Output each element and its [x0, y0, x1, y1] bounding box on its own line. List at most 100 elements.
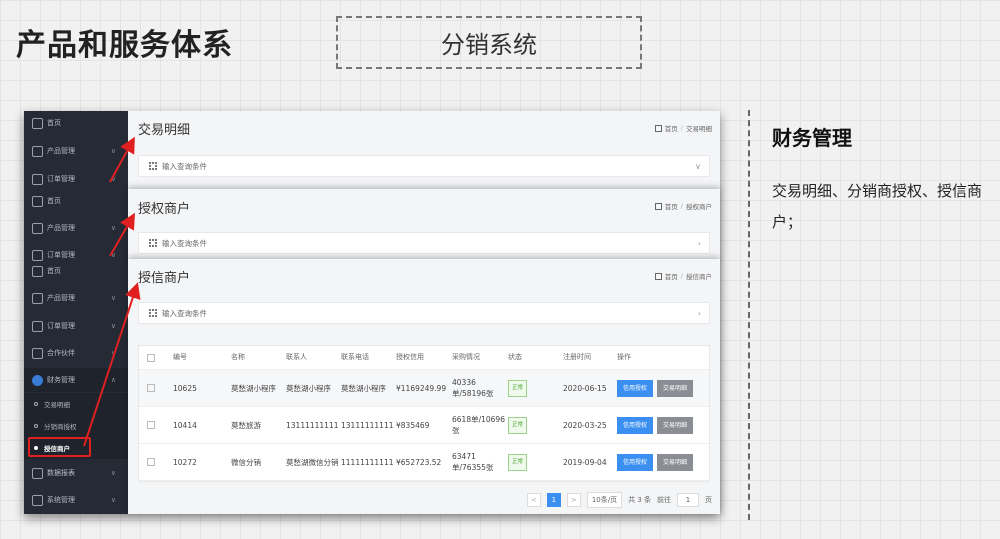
- col-header: 状态: [508, 353, 522, 361]
- cell-actions: 信用授权 交易明细: [617, 453, 709, 471]
- right-title: 财务管理: [772, 126, 852, 150]
- cell-credit: ¥652723.52: [396, 457, 442, 467]
- report-icon: [32, 467, 43, 479]
- cell-phone: 13111111111: [341, 420, 394, 430]
- select-all-checkbox[interactable]: [139, 353, 173, 362]
- checkbox-icon: [147, 384, 155, 392]
- sidebar-item-products[interactable]: 产品管理 ∨: [24, 286, 128, 310]
- chevron-down-icon: ∨: [695, 161, 701, 171]
- sidebar-item-finance[interactable]: 财务管理 ∧: [24, 368, 128, 392]
- status-badge: 正常: [508, 453, 528, 471]
- table-row: 10625 莫愁湖小程序 莫愁湖小程序 莫愁湖小程序 ¥1169249.99 4…: [139, 370, 709, 407]
- transactions-button[interactable]: 交易明细: [657, 453, 694, 471]
- breadcrumb-separator: /: [680, 124, 683, 132]
- sidebar-item-label: 首页: [47, 197, 61, 205]
- sidebar-sub-label: 分销商授权: [44, 423, 77, 431]
- query-label: 输入查询条件: [162, 308, 207, 318]
- transactions-button[interactable]: 交易明细: [657, 379, 694, 397]
- sidebar-item-label: 订单管理: [47, 322, 75, 330]
- cell-contact: 莫愁湖小程序: [286, 383, 331, 393]
- query-bar[interactable]: 输入查询条件 ›: [138, 302, 710, 324]
- transactions-button[interactable]: 交易明细: [657, 416, 694, 434]
- goto-page-input[interactable]: 1: [677, 493, 699, 507]
- sidebar-item-home[interactable]: 首页: [24, 111, 128, 135]
- row-checkbox[interactable]: [139, 384, 173, 392]
- col-header: 授权信用: [396, 353, 424, 361]
- checkbox-icon: [147, 458, 155, 466]
- col-header: 联系人: [286, 353, 307, 361]
- breadcrumb-home[interactable]: 首页: [665, 271, 678, 281]
- cell-phone: 11111111111: [341, 457, 394, 467]
- breadcrumb-home[interactable]: 首页: [665, 123, 678, 133]
- system-label: 分销系统: [441, 31, 537, 59]
- cell-contact: 莫愁湖微信分销: [286, 457, 339, 467]
- partner-icon: [32, 347, 43, 359]
- home-icon: [654, 202, 662, 210]
- breadcrumb-current: 授信商户: [686, 273, 712, 281]
- sidebar-item-orders[interactable]: 订单管理 ∨: [24, 167, 128, 191]
- cell-date: 2019-09-04: [563, 457, 607, 467]
- row-checkbox[interactable]: [139, 458, 173, 466]
- cell-status: 正常: [508, 453, 563, 471]
- prev-page-button[interactable]: <: [526, 493, 541, 507]
- chevron-down-icon: ∨: [110, 496, 116, 504]
- sidebar-item-label: 产品管理: [47, 294, 75, 302]
- chevron-down-icon: ∨: [110, 175, 116, 183]
- merchant-table: 编号 名称 联系人 联系电话 授权信用 采购情况 状态 注册时间 操作 1062…: [138, 345, 710, 482]
- page-title: 授权商户: [138, 202, 191, 217]
- col-header: 联系电话: [341, 353, 369, 361]
- page-size-select[interactable]: 10条/页: [586, 492, 623, 508]
- sidebar-item-label: 数据报表: [47, 469, 75, 477]
- money-bag-icon: [32, 374, 43, 386]
- sidebar-item-orders[interactable]: 订单管理 ∨: [24, 314, 128, 338]
- checkbox-icon: [147, 421, 155, 429]
- sidebar-item-products[interactable]: 产品管理 ∨: [24, 139, 128, 163]
- page-title: 交易明细: [138, 123, 191, 138]
- gear-icon: [32, 494, 43, 506]
- cell-contact: 13111111111: [286, 420, 339, 430]
- sidebar-item-products[interactable]: 产品管理 ∨: [24, 216, 128, 240]
- sidebar-item-home[interactable]: 首页: [24, 189, 128, 213]
- cell-actions: 信用授权 交易明细: [617, 416, 709, 434]
- product-icon: [32, 292, 43, 304]
- col-header: 采购情况: [452, 353, 480, 361]
- sidebar-item-partners[interactable]: 合作伙伴 ∨: [24, 341, 128, 365]
- cell-date: 2020-03-25: [563, 420, 607, 430]
- home-icon: [654, 124, 662, 132]
- product-icon: [32, 145, 43, 157]
- table-row: 10414 莫愁旅游 13111111111 13111111111 ¥8354…: [139, 407, 709, 444]
- panel-authorized: 授权商户 首页 / 授权商户 输入查询条件 ›: [128, 189, 720, 261]
- sidebar-item-label: 合作伙伴: [47, 349, 75, 357]
- product-icon: [32, 222, 43, 234]
- next-page-button[interactable]: >: [566, 493, 581, 507]
- sidebar-sub-authorization[interactable]: 分销商授权: [24, 415, 128, 437]
- query-bar[interactable]: 输入查询条件 ∨: [138, 155, 710, 177]
- query-bar[interactable]: 输入查询条件 ›: [138, 232, 710, 254]
- total-count: 共 3 条: [628, 496, 651, 504]
- status-badge: 正常: [508, 379, 528, 397]
- cell-phone: 莫愁湖小程序: [341, 383, 386, 393]
- row-checkbox[interactable]: [139, 421, 173, 429]
- query-label: 输入查询条件: [162, 161, 207, 171]
- breadcrumb-home[interactable]: 首页: [665, 201, 678, 211]
- chevron-down-icon: ∨: [110, 322, 116, 330]
- credit-auth-button[interactable]: 信用授权: [617, 416, 654, 434]
- query-label: 输入查询条件: [162, 238, 207, 248]
- sidebar-item-settings[interactable]: 系统管理 ∨: [24, 488, 128, 512]
- sidebar-item-label: 首页: [47, 267, 61, 275]
- panel-credit-merchants: 授信商户 首页 / 授信商户 输入查询条件 › 编号 名称 联系人 联系电话 授权信用…: [128, 259, 720, 514]
- credit-auth-button[interactable]: 信用授权: [617, 453, 654, 471]
- credit-auth-button[interactable]: 信用授权: [617, 379, 654, 397]
- sidebar-item-reports[interactable]: 数据报表 ∨: [24, 461, 128, 485]
- checkbox-icon: [147, 353, 155, 362]
- table-header: 编号 名称 联系人 联系电话 授权信用 采购情况 状态 注册时间 操作: [139, 346, 709, 370]
- chevron-down-icon: ∨: [110, 349, 116, 357]
- sidebar-item-label: 订单管理: [47, 175, 75, 183]
- breadcrumb: 首页 / 交易明细: [654, 123, 712, 133]
- page-button[interactable]: 1: [546, 493, 561, 507]
- sidebar-sub-transactions[interactable]: 交易明细: [24, 393, 128, 415]
- breadcrumb: 首页 / 授权商户: [654, 201, 712, 211]
- chevron-down-icon: ∨: [110, 224, 116, 232]
- sidebar-item-home[interactable]: 首页: [24, 259, 128, 283]
- sidebar-item-label: 系统管理: [47, 496, 75, 504]
